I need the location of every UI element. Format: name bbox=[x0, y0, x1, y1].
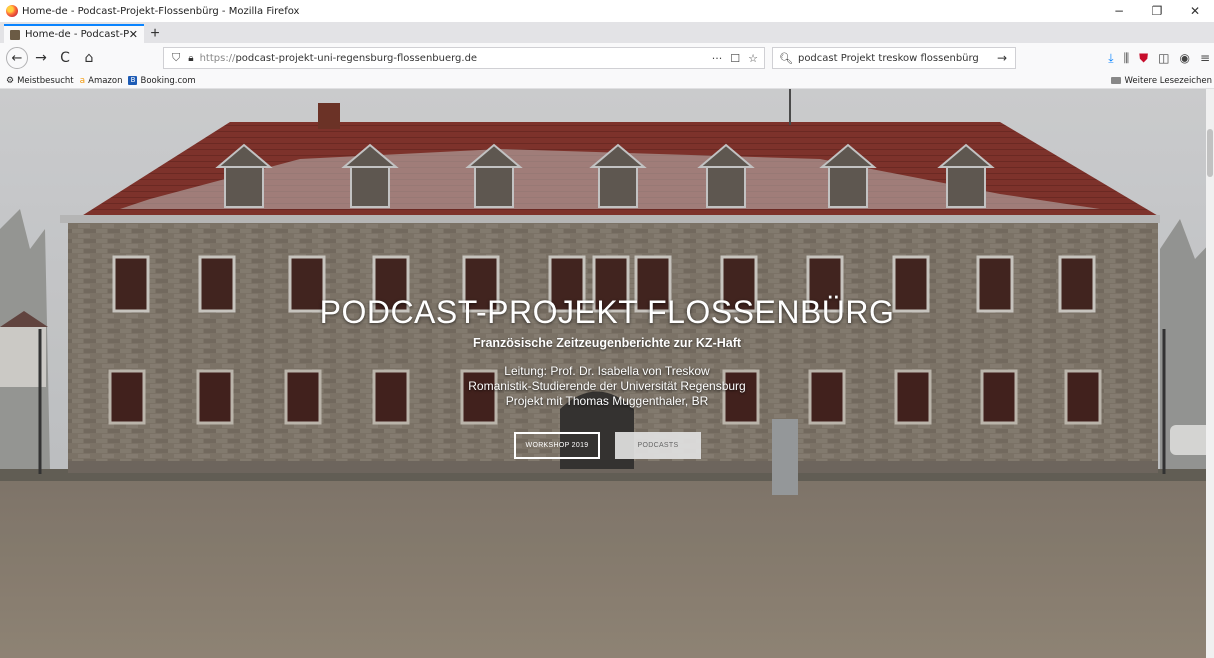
bookmark-label: Booking.com bbox=[140, 75, 196, 86]
firefox-icon bbox=[6, 5, 18, 17]
hero-line-projekt: Projekt mit Thomas Muggenthaler, BR bbox=[505, 394, 709, 408]
podcasts-button[interactable]: PODCASTS bbox=[615, 432, 701, 459]
minimize-button[interactable]: − bbox=[1100, 0, 1138, 22]
tab-home-de[interactable]: Home-de - Podcast-Projekt ✕ bbox=[4, 24, 144, 43]
restore-button[interactable]: ❐ bbox=[1138, 0, 1176, 22]
bookmark-booking[interactable]: B Booking.com bbox=[128, 75, 196, 86]
tab-title: Home-de - Podcast-Projekt bbox=[25, 29, 129, 40]
search-go-icon[interactable]: → bbox=[997, 51, 1007, 65]
search-input[interactable]: podcast Projekt treskow flossenbürg bbox=[798, 53, 979, 64]
close-window-button[interactable]: ✕ bbox=[1176, 0, 1214, 22]
sidebar-icon[interactable]: ◫ bbox=[1158, 51, 1169, 65]
other-bookmarks-folder[interactable]: Weitere Lesezeichen bbox=[1111, 76, 1212, 86]
tab-strip: Home-de - Podcast-Projekt ✕ + bbox=[0, 22, 1214, 43]
search-icon: 🔍︎ bbox=[779, 51, 793, 65]
home-button[interactable]: ⌂ bbox=[78, 47, 100, 69]
url-protocol: https:// bbox=[199, 52, 236, 64]
reload-button[interactable]: C bbox=[54, 47, 76, 69]
url-bar[interactable]: ⛉ 🔒︎ https://podcast-projekt-uni-regensb… bbox=[163, 47, 765, 69]
bookmark-meistbesucht[interactable]: ⚙ Meistbesucht bbox=[6, 76, 74, 86]
window-title: Home-de - Podcast-Projekt-Flossenbürg - … bbox=[22, 5, 300, 17]
ublock-icon[interactable]: ⛊ bbox=[1139, 51, 1148, 66]
back-button[interactable]: ← bbox=[6, 47, 28, 69]
url-host: podcast-projekt-uni-regensburg-flossenbu… bbox=[235, 52, 478, 64]
navigation-toolbar: ← → C ⌂ ⛉ 🔒︎ https://podcast-projekt-uni… bbox=[0, 43, 1214, 73]
folder-icon bbox=[1111, 77, 1122, 84]
bookmark-label: Meistbesucht bbox=[17, 75, 74, 86]
hero-subtitle: Französische Zeitzeugenberichte zur KZ-H… bbox=[472, 336, 742, 350]
menu-icon[interactable]: ≡ bbox=[1200, 51, 1210, 65]
page-actions-menu-icon[interactable]: ··· bbox=[712, 52, 723, 65]
search-bar[interactable]: 🔍︎ podcast Projekt treskow flossenbürg → bbox=[772, 47, 1016, 69]
pocket-icon[interactable]: ☐ bbox=[730, 52, 740, 65]
bookmark-amazon[interactable]: a Amazon bbox=[80, 76, 123, 86]
hero-line-romanistik: Romanistik-Studierende der Universität R… bbox=[468, 379, 746, 393]
window-titlebar: Home-de - Podcast-Projekt-Flossenbürg - … bbox=[0, 0, 1214, 22]
hero-line-leitung: Leitung: Prof. Dr. Isabella von Treskow bbox=[504, 364, 710, 378]
page-scrollbar[interactable] bbox=[1206, 89, 1214, 658]
url-actions: ··· ☐ ☆ bbox=[712, 52, 758, 65]
forward-button[interactable]: → bbox=[30, 47, 52, 69]
library-icon[interactable]: ⫼ bbox=[1124, 51, 1130, 66]
new-tab-button[interactable]: + bbox=[144, 24, 166, 43]
page-content: PODCAST-PROJEKT FLOSSENBÜRG Französische… bbox=[0, 89, 1214, 658]
tracking-protection-shield-icon[interactable]: ⛉ bbox=[172, 51, 180, 65]
workshop-2019-button[interactable]: WORKSHOP 2019 bbox=[514, 432, 600, 459]
scrollbar-thumb[interactable] bbox=[1207, 129, 1213, 177]
gear-icon: ⚙ bbox=[6, 75, 15, 86]
booking-icon: B bbox=[128, 76, 138, 85]
hero-title: PODCAST-PROJEKT FLOSSENBÜRG bbox=[319, 294, 895, 330]
lock-icon[interactable]: 🔒︎ bbox=[188, 53, 193, 64]
site-favicon-icon bbox=[10, 29, 20, 40]
toolbar-icons: ⤓ ⫼ ⛊ ◫ ◉ ≡ bbox=[1108, 47, 1210, 69]
other-bookmarks-label: Weitere Lesezeichen bbox=[1124, 75, 1212, 86]
tab-close-icon[interactable]: ✕ bbox=[129, 28, 138, 41]
amazon-icon: a bbox=[79, 75, 86, 86]
window-controls: − ❐ ✕ bbox=[1100, 0, 1214, 22]
download-icon[interactable]: ⤓ bbox=[1108, 51, 1113, 66]
bookmarks-bar: ⚙ Meistbesucht a Amazon B Booking.com We… bbox=[0, 73, 1214, 89]
extension-icon[interactable]: ◉ bbox=[1179, 51, 1189, 65]
bookmark-star-icon[interactable]: ☆ bbox=[748, 52, 758, 65]
url-text[interactable]: https://podcast-projekt-uni-regensburg-f… bbox=[200, 53, 478, 64]
bookmark-label: Amazon bbox=[88, 75, 123, 86]
